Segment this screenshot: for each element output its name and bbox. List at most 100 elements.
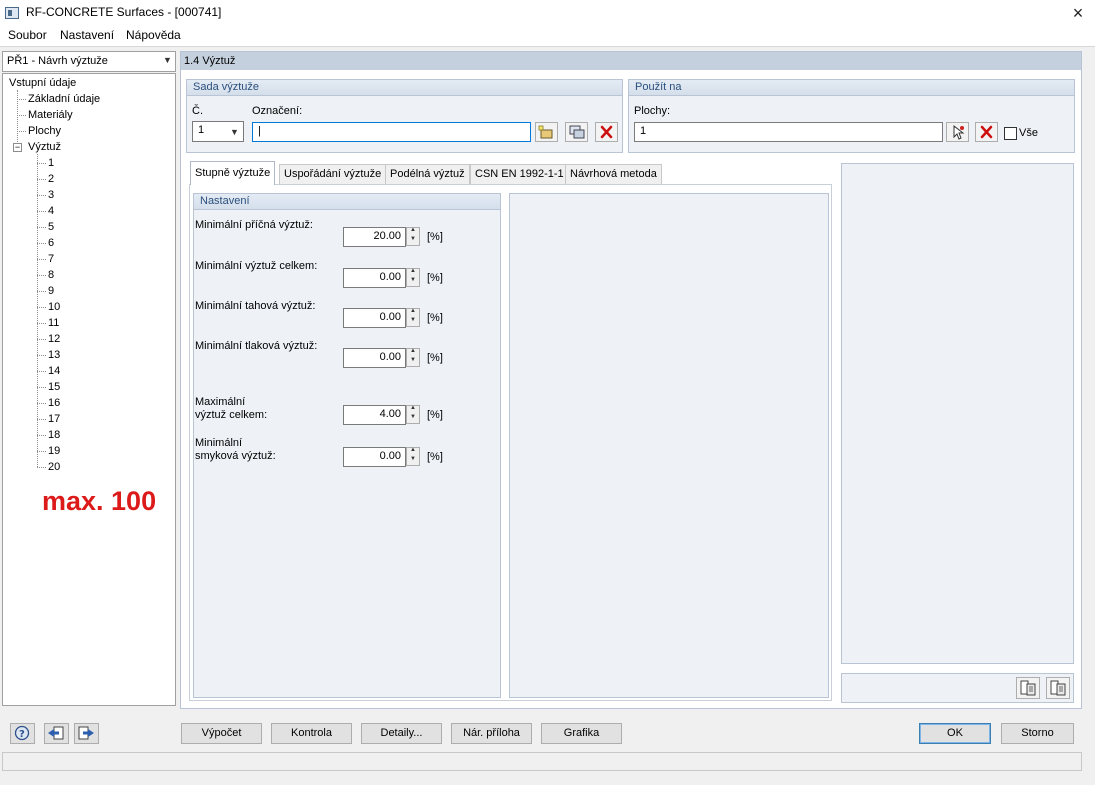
export-button[interactable] xyxy=(1016,677,1040,699)
tree-connector xyxy=(37,243,46,244)
details-button[interactable]: Detaily... xyxy=(361,723,442,744)
tree-connector xyxy=(37,419,46,420)
next-button[interactable] xyxy=(74,723,99,744)
set-number-value: 1 xyxy=(198,124,205,136)
tree-item-reinforcement-7[interactable]: 7 xyxy=(48,253,54,265)
max-total-label-line1: Maximální xyxy=(195,396,246,408)
tree-item-reinforcement-9[interactable]: 9 xyxy=(48,285,54,297)
designation-input[interactable]: | xyxy=(252,122,531,142)
max-total-unit: [%] xyxy=(427,409,443,421)
min-compression-input[interactable]: 0.00 xyxy=(343,348,406,368)
tab-design-method[interactable]: Návrhová metoda xyxy=(565,164,662,184)
graphics-button[interactable]: Grafika xyxy=(541,723,622,744)
delete-set-button[interactable] xyxy=(595,122,618,142)
tree-connector xyxy=(37,163,46,164)
arrow-right-icon xyxy=(78,726,94,740)
designation-label: Označení: xyxy=(252,105,303,117)
tree-item-input-data[interactable]: Vstupní údaje xyxy=(9,77,76,89)
tree-connector xyxy=(17,115,26,116)
min-total-spinner[interactable] xyxy=(406,268,420,287)
tree-item-reinforcement-17[interactable]: 17 xyxy=(48,413,60,425)
tree-connector xyxy=(37,467,46,468)
menu-help[interactable]: Nápověda xyxy=(126,28,181,42)
copy-set-button[interactable] xyxy=(565,122,588,142)
check-button[interactable]: Kontrola xyxy=(271,723,352,744)
help-icon: ? xyxy=(14,725,30,741)
collapse-icon[interactable]: − xyxy=(13,143,22,152)
national-annex-button[interactable]: Nár. příloha xyxy=(451,723,532,744)
min-shear-input[interactable]: 0.00 xyxy=(343,447,406,467)
tree-connector xyxy=(37,339,46,340)
min-total-input[interactable]: 0.00 xyxy=(343,268,406,288)
import-button[interactable] xyxy=(1046,677,1070,699)
preview-panel xyxy=(841,163,1074,664)
tree-item-reinforcement-2[interactable]: 2 xyxy=(48,173,54,185)
min-tension-spinner[interactable] xyxy=(406,308,420,327)
svg-text:?: ? xyxy=(19,729,25,740)
min-tension-unit: [%] xyxy=(427,312,443,324)
close-icon[interactable]: × xyxy=(1066,2,1090,24)
tab-reinforcement-layout[interactable]: Uspořádání výztuže xyxy=(279,164,387,184)
min-transverse-unit: [%] xyxy=(427,231,443,243)
tab-reinforcement-ratios[interactable]: Stupně výztuže xyxy=(190,161,276,185)
tree-connector xyxy=(37,179,46,180)
cancel-button[interactable]: Storno xyxy=(1001,723,1074,744)
load-case-select[interactable]: PŘ1 - Návrh výztuže ▼ xyxy=(2,51,176,72)
min-transverse-input[interactable]: 20.00 xyxy=(343,227,406,247)
tree-item-reinforcement-8[interactable]: 8 xyxy=(48,269,54,281)
tree-connector xyxy=(37,227,46,228)
load-case-select-value: PŘ1 - Návrh výztuže xyxy=(7,55,108,67)
min-shear-label-line2: smyková výztuž: xyxy=(195,450,276,462)
tree-item-reinforcement-10[interactable]: 10 xyxy=(48,301,60,313)
min-transverse-spinner[interactable] xyxy=(406,227,420,246)
delete-icon xyxy=(600,125,613,139)
tree-connector xyxy=(37,387,46,388)
tree-item-reinforcement-19[interactable]: 19 xyxy=(48,445,60,457)
tree-item-reinforcement[interactable]: Výztuž xyxy=(28,141,61,153)
set-number-select[interactable]: 1 ▼ xyxy=(192,121,244,142)
previous-button[interactable] xyxy=(44,723,69,744)
new-set-button[interactable] xyxy=(535,122,558,142)
tree-item-reinforcement-20[interactable]: 20 xyxy=(48,461,60,473)
window-title: RF-CONCRETE Surfaces - [000741] xyxy=(26,5,222,19)
tab-csn-en-1992[interactable]: CSN EN 1992-1-1 xyxy=(470,164,569,184)
ok-button[interactable]: OK xyxy=(919,723,991,744)
min-tension-label: Minimální tahová výztuž: xyxy=(195,300,316,312)
tree-item-reinforcement-18[interactable]: 18 xyxy=(48,429,60,441)
tree-item-reinforcement-4[interactable]: 4 xyxy=(48,205,54,217)
tree-item-reinforcement-11[interactable]: 11 xyxy=(48,317,59,329)
tree-item-reinforcement-5[interactable]: 5 xyxy=(48,221,54,233)
tree-item-reinforcement-6[interactable]: 6 xyxy=(48,237,54,249)
min-shear-spinner[interactable] xyxy=(406,447,420,466)
min-shear-label-line1: Minimální xyxy=(195,437,243,449)
min-compression-spinner[interactable] xyxy=(406,348,420,367)
tree-connector xyxy=(37,275,46,276)
tree-item-reinforcement-13[interactable]: 13 xyxy=(48,349,60,361)
tree-item-reinforcement-3[interactable]: 3 xyxy=(48,189,54,201)
tree-connector xyxy=(37,291,46,292)
max-total-input[interactable]: 4.00 xyxy=(343,405,406,425)
tree-item-reinforcement-12[interactable]: 12 xyxy=(48,333,60,345)
surfaces-input[interactable]: 1 xyxy=(634,122,943,142)
tree-item-reinforcement-16[interactable]: 16 xyxy=(48,397,60,409)
max-total-spinner[interactable] xyxy=(406,405,420,424)
menu-file[interactable]: Soubor xyxy=(8,28,47,42)
tab-longitudinal-reinforcement[interactable]: Podélná výztuž xyxy=(385,164,470,184)
tree-item-reinforcement-15[interactable]: 15 xyxy=(48,381,60,393)
tree-item-reinforcement-1[interactable]: 1 xyxy=(48,157,54,169)
help-button[interactable]: ? xyxy=(10,723,35,744)
tree-item-materials[interactable]: Materiály xyxy=(28,109,73,121)
tree-item-reinforcement-14[interactable]: 14 xyxy=(48,365,60,377)
min-tension-input[interactable]: 0.00 xyxy=(343,308,406,328)
chevron-down-icon: ▼ xyxy=(163,55,172,65)
tree-item-basic-data[interactable]: Základní údaje xyxy=(28,93,100,105)
menu-settings[interactable]: Nastavení xyxy=(60,28,114,42)
title-bar: RF-CONCRETE Surfaces - [000741] × xyxy=(0,0,1095,26)
calculation-button[interactable]: Výpočet xyxy=(181,723,262,744)
pick-surfaces-button[interactable] xyxy=(946,122,969,142)
tree-connector xyxy=(37,403,46,404)
clear-surfaces-button[interactable] xyxy=(975,122,998,142)
tree-item-surfaces[interactable]: Plochy xyxy=(28,125,61,137)
new-folder-icon xyxy=(538,125,553,139)
all-surfaces-checkbox[interactable] xyxy=(1004,127,1017,140)
